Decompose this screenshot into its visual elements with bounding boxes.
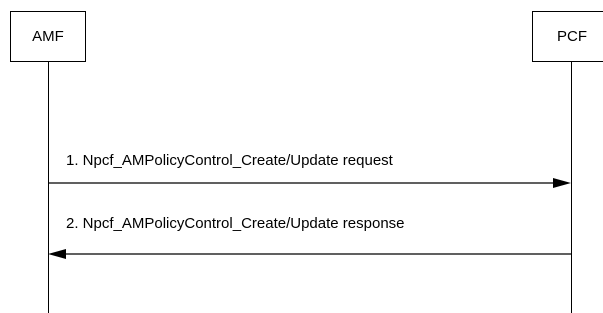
request-arrow: [48, 178, 571, 188]
response-arrow: [48, 249, 571, 259]
message-arrows: [48, 178, 571, 259]
